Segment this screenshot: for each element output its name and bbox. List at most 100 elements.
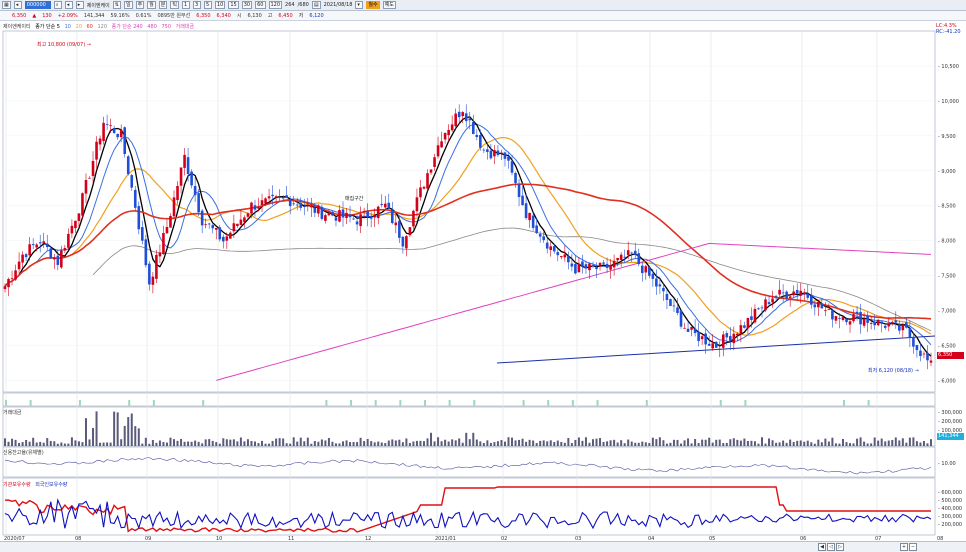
first-button[interactable]: ◀ [818,543,826,551]
volume-bar [753,441,756,446]
zoom-out-button[interactable]: − [909,543,917,551]
candle-body [778,289,781,295]
volume-bar [810,442,813,446]
low-note: 최저 6,120 (08/18) → [868,367,919,374]
price-legend: 제이엔케이티 종가 단순 5 10 20 60 120 종가 단순 240 48… [3,23,197,30]
y-tick-label: - 6,000 [938,378,956,384]
volume-bar [359,437,362,446]
candle-body [317,205,320,214]
volume-bar [151,439,154,446]
candle-body [517,183,521,197]
candle-body [440,141,443,148]
volume-bar [349,442,352,446]
volume-bar [813,443,816,446]
candle-body [327,213,331,216]
candle-body [665,293,669,301]
signal-marker [325,400,328,406]
volume-bar [320,439,323,446]
candle-body [574,263,577,274]
volume-bar [542,440,545,446]
candle-body [310,205,313,208]
volume-bar [651,437,654,446]
volume-bar [627,439,630,446]
candle-body [894,320,898,323]
candle-body [278,197,281,198]
candle-body [24,254,28,258]
candle-body [324,215,327,221]
candle-body [162,233,165,254]
volume-bar [95,411,98,446]
candle-body [489,150,493,159]
volume-bar [623,443,626,446]
volume-bar [77,441,80,446]
volume-bar [532,440,535,446]
candle-body [640,265,644,274]
legend-ma750: 750 [161,24,172,30]
candle-body [42,241,46,244]
candle-body [141,227,144,241]
volume-bar [303,441,306,446]
volume-bar [162,442,165,446]
volume-bar [789,439,792,446]
candle-body [225,236,229,241]
stock-chart[interactable]: - 10,500 - 10,000 - 9,500 - 9,000 - 8,500 - 8… [0,0,966,541]
zoom-in-button[interactable]: + [900,543,908,551]
candle-body [320,206,324,219]
volume-bar [32,437,35,446]
candle-body [521,195,524,206]
candle-body [545,242,549,249]
candle-body [619,254,623,261]
candle-body [218,227,222,240]
mid-note: 매집구간 [345,195,364,202]
candle-body [190,171,193,186]
volume-bar [739,440,742,446]
volume-bar [67,443,70,446]
candle-body [785,291,788,299]
candle-body [736,333,739,336]
candle-body [795,289,799,294]
next-page-button[interactable]: ▷ [836,543,844,551]
candle-body [232,223,236,232]
volume-bar [715,439,718,446]
prev-page-button[interactable]: ◁ [827,543,835,551]
volume-bar [194,440,197,446]
volume-bar [827,441,830,446]
volume-bar [489,442,492,446]
volume-bar [708,437,711,446]
volume-bar [461,442,464,446]
volume-bar [363,441,366,446]
candle-body [760,307,764,309]
volume-bar [472,432,475,446]
volume-bar [711,442,714,446]
signal-marker [571,400,574,406]
volume-bar [901,438,904,446]
candle-body [362,211,366,213]
legend-ma120: 120 [97,24,108,30]
volume-bar [21,442,24,446]
volume-bar [183,441,186,446]
signal-marker [547,400,550,406]
volume-bar [127,417,130,446]
candle-body [267,196,271,199]
volume-bar [123,425,126,446]
candle-body [246,213,250,217]
candle-body [285,195,288,199]
candle-body [172,197,176,217]
candle-body [454,113,457,127]
candle-body [567,256,570,263]
volume-bar [70,437,73,446]
candle-body [714,341,718,348]
volume-bar [834,443,837,446]
candle-body [605,263,609,268]
volume-bar [39,441,42,446]
candle-body [45,243,49,248]
volume-bar [658,437,661,446]
volume-bar [922,441,925,446]
signal-marker [5,400,7,406]
volume-bar [56,443,59,446]
candle-body [781,292,785,294]
y-tick-label: - 8,000 [938,239,956,245]
candle-body [633,250,637,255]
candle-body [563,254,567,258]
volume-bar [356,442,359,446]
